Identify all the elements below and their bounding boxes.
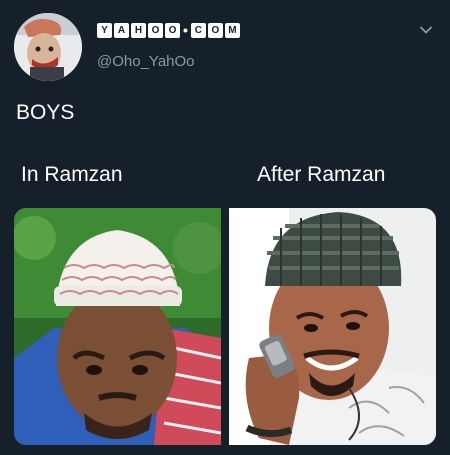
tweet-text: BOYS (16, 101, 75, 124)
display-name[interactable]: Y A H O O • C O M (97, 22, 240, 38)
left-photo[interactable] (14, 208, 221, 445)
chevron-down-icon[interactable] (418, 22, 434, 38)
tweet-card: Y A H O O • C O M @Oho_YahOo BOYS In Ram… (0, 0, 450, 455)
avatar[interactable] (14, 13, 82, 81)
display-name-letter: O (148, 22, 163, 38)
right-photo[interactable] (229, 208, 436, 445)
display-name-letter: C (190, 22, 206, 38)
user-handle[interactable]: @Oho_YahOo (97, 53, 195, 70)
right-caption: After Ramzan (257, 163, 386, 186)
display-name-letter: H (131, 22, 146, 38)
display-name-letter: O (165, 22, 180, 38)
display-name-letter: O (207, 22, 223, 38)
display-name-separator: • (183, 22, 188, 38)
left-caption: In Ramzan (21, 163, 123, 186)
display-name-letter: Y (97, 22, 112, 38)
display-name-letter: A (114, 22, 129, 38)
display-name-letter: M (224, 22, 240, 38)
avatar-image (14, 13, 82, 81)
